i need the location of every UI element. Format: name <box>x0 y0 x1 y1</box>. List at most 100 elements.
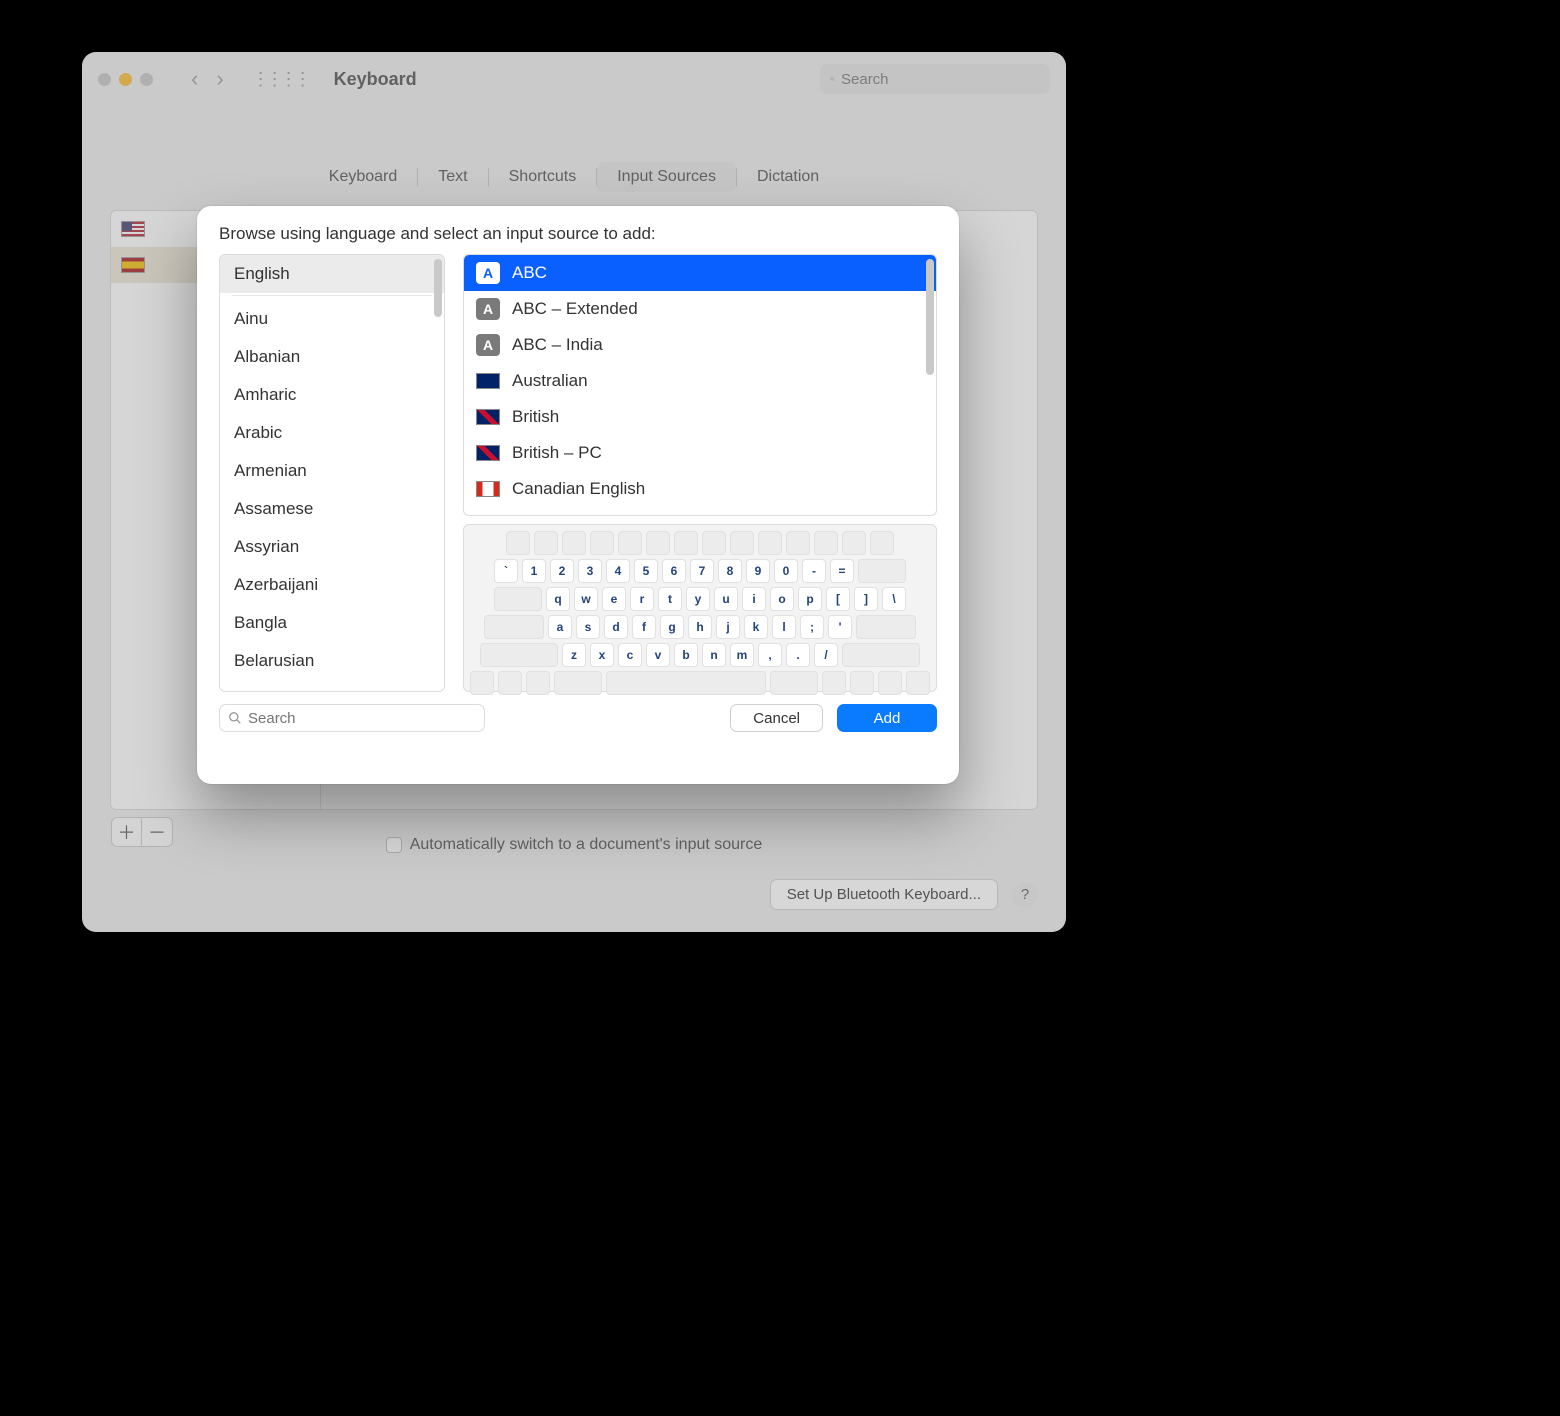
add-input-source-sheet: Browse using language and select an inpu… <box>197 206 959 784</box>
window-title: Keyboard <box>334 69 417 90</box>
keyboard-key <box>480 643 558 667</box>
input-source-list[interactable]: A ABC A ABC – Extended A ABC – India Aus… <box>463 254 937 516</box>
source-label: ABC <box>512 263 547 283</box>
keyboard-key <box>494 587 542 611</box>
keyboard-key <box>758 531 782 555</box>
keyboard-key: , <box>758 643 782 667</box>
language-item[interactable]: Amharic <box>220 376 444 414</box>
tab-keyboard[interactable]: Keyboard <box>309 162 418 192</box>
keyboard-key: s <box>576 615 600 639</box>
keyboard-key: 3 <box>578 559 602 583</box>
tab-text[interactable]: Text <box>418 162 487 192</box>
uk-flag-icon <box>476 445 500 461</box>
keyboard-key: \ <box>882 587 906 611</box>
tab-dictation[interactable]: Dictation <box>737 162 839 192</box>
source-item-abc-extended[interactable]: A ABC – Extended <box>464 291 936 327</box>
sheet-header: Browse using language and select an inpu… <box>219 224 937 244</box>
search-icon <box>830 72 835 86</box>
keyboard-key: q <box>546 587 570 611</box>
source-item-british[interactable]: British <box>464 399 936 435</box>
language-item[interactable]: Assyrian <box>220 528 444 566</box>
language-item[interactable]: Ainu <box>220 300 444 338</box>
zoom-window-button[interactable] <box>140 73 153 86</box>
window-search-field[interactable] <box>820 64 1050 94</box>
keyboard-key <box>870 531 894 555</box>
keyboard-key: g <box>660 615 684 639</box>
language-item[interactable]: Albanian <box>220 338 444 376</box>
tab-input-sources[interactable]: Input Sources <box>597 162 736 192</box>
keyboard-key <box>590 531 614 555</box>
abc-a-icon: A <box>476 262 500 284</box>
source-label: British – PC <box>512 443 602 463</box>
keyboard-key <box>606 671 766 695</box>
tab-shortcuts[interactable]: Shortcuts <box>489 162 597 192</box>
keyboard-key: f <box>632 615 656 639</box>
source-label: British <box>512 407 559 427</box>
keyboard-key <box>526 671 550 695</box>
language-item[interactable]: Belarusian <box>220 642 444 680</box>
keyboard-key: ' <box>828 615 852 639</box>
language-item-english[interactable]: English <box>220 255 444 293</box>
keyboard-key: t <box>658 587 682 611</box>
keyboard-key <box>554 671 602 695</box>
nav-forward-button[interactable]: › <box>216 66 223 92</box>
keyboard-key <box>470 671 494 695</box>
keyboard-key <box>786 531 810 555</box>
language-item[interactable]: Bangla <box>220 604 444 642</box>
auto-switch-checkbox[interactable] <box>386 837 402 853</box>
language-scrollbar[interactable] <box>434 259 442 317</box>
keyboard-key: y <box>686 587 710 611</box>
language-item[interactable]: Assamese <box>220 490 444 528</box>
source-item-canadian-english[interactable]: Canadian English <box>464 471 936 507</box>
keyboard-key <box>506 531 530 555</box>
keyboard-key: 7 <box>690 559 714 583</box>
minimize-window-button[interactable] <box>119 73 132 86</box>
keyboard-key <box>906 671 930 695</box>
tab-bar: Keyboard Text Shortcuts Input Sources Di… <box>82 162 1066 192</box>
source-item-abc[interactable]: A ABC <box>464 255 936 291</box>
keyboard-key: [ <box>826 587 850 611</box>
keyboard-key: / <box>814 643 838 667</box>
keyboard-key <box>498 671 522 695</box>
keyboard-key <box>856 615 916 639</box>
canada-flag-icon <box>476 481 500 497</box>
keyboard-key <box>674 531 698 555</box>
source-scrollbar[interactable] <box>926 259 934 375</box>
source-item-abc-india[interactable]: A ABC – India <box>464 327 936 363</box>
keyboard-key <box>858 559 906 583</box>
keyboard-key: 5 <box>634 559 658 583</box>
keyboard-key: 9 <box>746 559 770 583</box>
keyboard-key <box>850 671 874 695</box>
keyboard-key: u <box>714 587 738 611</box>
keyboard-key: n <box>702 643 726 667</box>
language-list[interactable]: English Ainu Albanian Amharic Arabic Arm… <box>219 254 445 692</box>
uk-flag-icon <box>476 409 500 425</box>
help-button[interactable]: ? <box>1012 882 1038 908</box>
cancel-button[interactable]: Cancel <box>730 704 823 732</box>
keyboard-key: z <box>562 643 586 667</box>
source-item-australian[interactable]: Australian <box>464 363 936 399</box>
keyboard-key: c <box>618 643 642 667</box>
setup-bluetooth-keyboard-button[interactable]: Set Up Bluetooth Keyboard... <box>770 879 998 910</box>
language-item[interactable]: Azerbaijani <box>220 566 444 604</box>
add-button[interactable]: Add <box>837 704 937 732</box>
nav-back-button[interactable]: ‹ <box>191 66 198 92</box>
keyboard-key <box>814 531 838 555</box>
sheet-search-input[interactable] <box>248 710 476 727</box>
source-item-british-pc[interactable]: British – PC <box>464 435 936 471</box>
abc-a-icon: A <box>476 298 500 320</box>
source-label: Canadian English <box>512 479 645 499</box>
source-label: Australian <box>512 371 588 391</box>
language-item[interactable]: Arabic <box>220 414 444 452</box>
close-window-button[interactable] <box>98 73 111 86</box>
keyboard-key <box>770 671 818 695</box>
keyboard-key: j <box>716 615 740 639</box>
language-item[interactable]: Armenian <box>220 452 444 490</box>
window-search-input[interactable] <box>841 71 1040 88</box>
keyboard-key: d <box>604 615 628 639</box>
source-label: ABC – India <box>512 335 603 355</box>
show-all-icon[interactable]: ⋮⋮⋮⋮ <box>252 69 308 90</box>
keyboard-key: p <box>798 587 822 611</box>
sheet-search-field[interactable] <box>219 704 485 732</box>
keyboard-key: = <box>830 559 854 583</box>
